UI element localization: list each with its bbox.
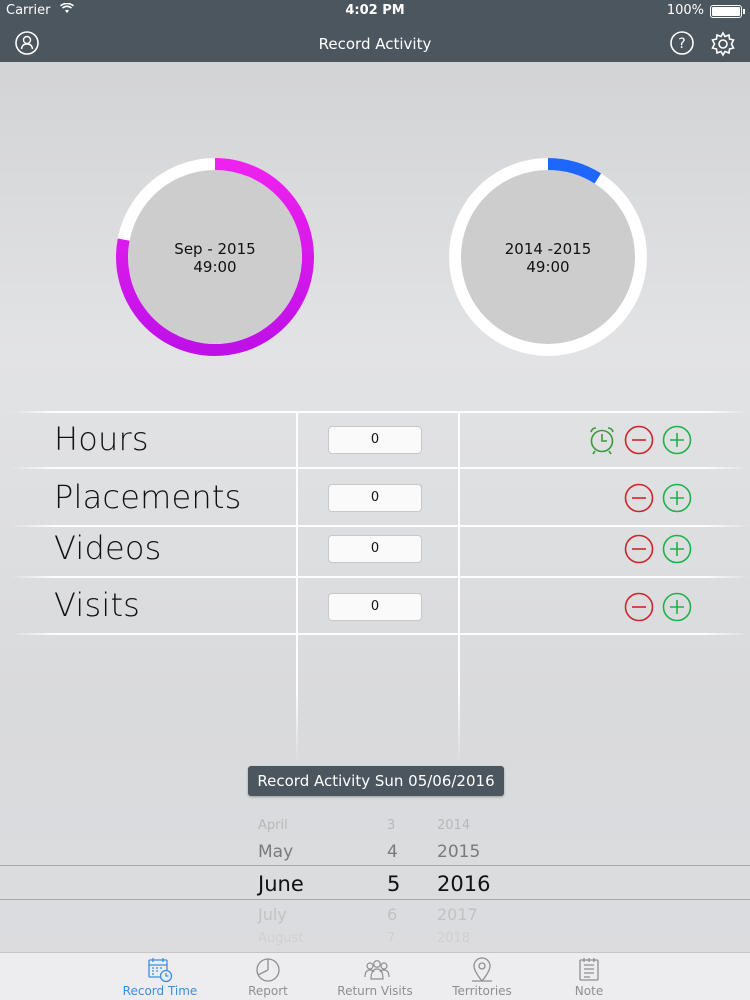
videos-label: Videos xyxy=(54,529,162,567)
tab-note[interactable]: Note xyxy=(534,953,644,1000)
row-divider xyxy=(10,467,750,469)
tab-label: Note xyxy=(574,984,604,998)
tab-label: Report xyxy=(248,984,288,998)
picker-month-selected[interactable]: June xyxy=(258,872,304,896)
visits-value[interactable]: 0 xyxy=(328,593,422,621)
tab-return-visits[interactable]: Return Visits xyxy=(320,953,430,1000)
ring-hours: 49:00 xyxy=(526,258,570,276)
row-divider xyxy=(10,525,750,527)
alarm-clock-icon[interactable] xyxy=(587,425,617,455)
picker-year-option[interactable]: 2017 xyxy=(437,905,478,924)
picker-selection-bottom xyxy=(0,899,750,900)
nav-bar: Record Activity ? xyxy=(0,22,750,62)
map-pin-icon xyxy=(469,957,495,983)
hours-minus-button[interactable] xyxy=(624,425,654,455)
column-divider xyxy=(458,412,460,762)
svg-text:?: ? xyxy=(678,36,685,52)
people-icon xyxy=(362,957,390,983)
ring-period: Sep - 2015 xyxy=(174,240,256,258)
gear-icon[interactable] xyxy=(710,31,735,57)
row-divider xyxy=(10,633,750,635)
status-bar: Carrier 4:02 PM 100% xyxy=(0,0,750,22)
ring-hours: 49:00 xyxy=(193,258,237,276)
row-divider xyxy=(10,576,750,578)
page-title: Record Activity xyxy=(318,35,432,53)
picker-month-option[interactable]: April xyxy=(258,818,288,833)
help-icon[interactable]: ? xyxy=(670,31,694,55)
picker-year-selected[interactable]: 2016 xyxy=(437,872,490,896)
picker-day-selected[interactable]: 5 xyxy=(387,872,400,896)
hours-plus-button[interactable] xyxy=(662,425,692,455)
date-picker[interactable]: April May June July August 3 4 5 6 7 201… xyxy=(0,810,750,952)
picker-year-option[interactable]: 2015 xyxy=(437,842,480,862)
visits-plus-button[interactable] xyxy=(662,592,692,622)
picker-day-option[interactable]: 6 xyxy=(387,905,397,924)
picker-month-option[interactable]: May xyxy=(258,842,293,862)
placements-label: Placements xyxy=(54,478,242,516)
record-activity-button[interactable]: Record Activity Sun 05/06/2016 xyxy=(248,766,504,796)
placements-minus-button[interactable] xyxy=(624,483,654,513)
monthly-ring-label: Sep - 2015 49:00 xyxy=(135,240,295,276)
tab-label: Territories xyxy=(452,984,512,998)
visits-label: Visits xyxy=(54,586,141,624)
picker-year-option[interactable]: 2014 xyxy=(437,818,470,833)
status-time: 4:02 PM xyxy=(345,3,405,18)
picker-selection-top xyxy=(0,865,750,866)
picker-day-option[interactable]: 4 xyxy=(387,842,398,862)
hours-value[interactable]: 0 xyxy=(328,426,422,454)
row-divider xyxy=(10,411,750,413)
yearly-ring-label: 2014 -2015 49:00 xyxy=(468,240,628,276)
picker-day-option[interactable]: 3 xyxy=(387,818,395,833)
battery-percent: 100% xyxy=(666,3,704,18)
tab-territories[interactable]: Territories xyxy=(427,953,537,1000)
picker-month-option[interactable]: July xyxy=(258,905,287,924)
column-divider xyxy=(296,412,298,762)
videos-plus-button[interactable] xyxy=(662,534,692,564)
picker-year-option[interactable]: 2018 xyxy=(437,931,470,946)
tab-label: Record Time xyxy=(122,984,198,998)
visits-minus-button[interactable] xyxy=(624,592,654,622)
tab-record-time[interactable]: Record Time xyxy=(105,953,215,1000)
calendar-clock-icon xyxy=(147,957,173,983)
videos-minus-button[interactable] xyxy=(624,534,654,564)
picker-month-option[interactable]: August xyxy=(258,931,304,946)
picker-day-option[interactable]: 7 xyxy=(387,931,395,946)
videos-value[interactable]: 0 xyxy=(328,535,422,563)
note-icon xyxy=(576,957,602,983)
pie-chart-icon xyxy=(255,957,281,983)
tab-bar: Record Time Report Return Visits Territo… xyxy=(0,952,750,1000)
ring-period: 2014 -2015 xyxy=(504,240,592,258)
battery-icon xyxy=(710,5,745,18)
placements-plus-button[interactable] xyxy=(662,483,692,513)
tab-report[interactable]: Report xyxy=(213,953,323,1000)
tab-label: Return Visits xyxy=(337,984,413,998)
hours-label: Hours xyxy=(54,420,149,458)
placements-value[interactable]: 0 xyxy=(328,484,422,512)
